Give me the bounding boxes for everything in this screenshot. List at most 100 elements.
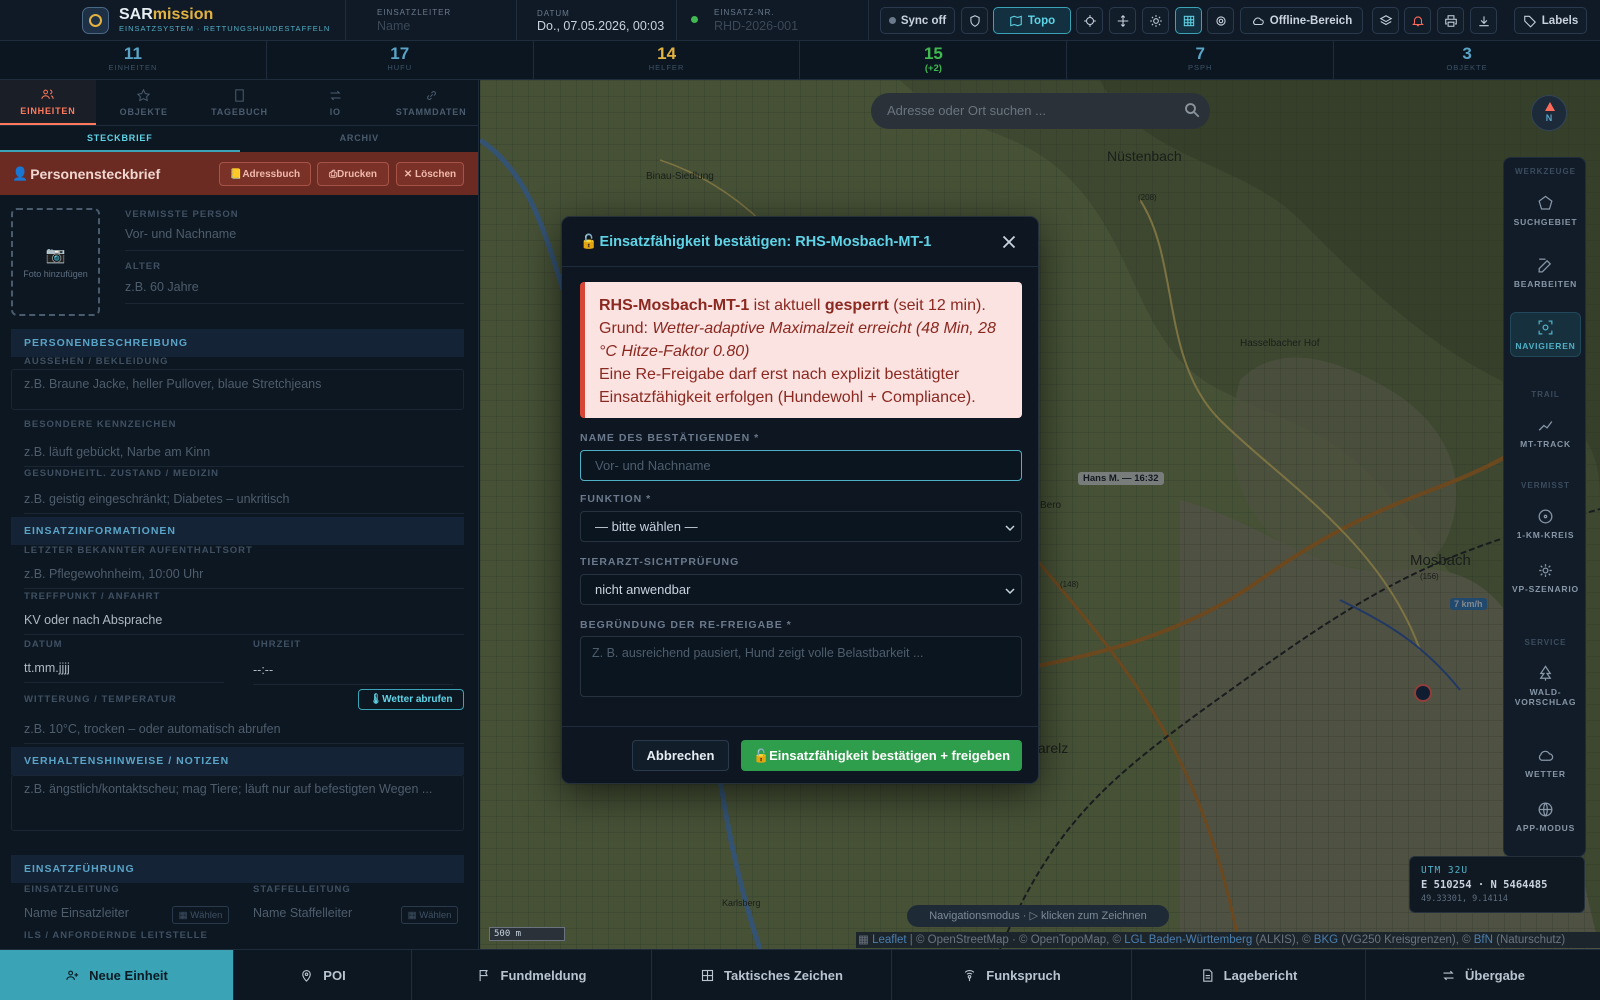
tab-tagebuch[interactable]: TAGEBUCH [192, 80, 288, 125]
offline-area-button[interactable]: Offline-Bereich [1240, 7, 1363, 34]
leaflet-link[interactable]: Leaflet [872, 934, 907, 946]
search-icon[interactable] [1183, 101, 1201, 119]
neue-einheit-button[interactable]: Neue Einheit [0, 950, 234, 1000]
funktion-value: — bitte wählen — [595, 519, 698, 534]
datum-input[interactable]: tt.mm.jjjj [24, 661, 224, 683]
print-button[interactable] [1437, 7, 1464, 34]
verhalten-textarea[interactable]: z.B. ängstlich/kontaktscheu; mag Tiere; … [11, 775, 464, 831]
kennzeichen-label: BESONDERE KENNZEICHEN [24, 419, 177, 430]
lagebericht-button[interactable]: Lagebericht [1132, 950, 1366, 1000]
kennzeichen-input[interactable]: z.B. läuft gebückt, Narbe am Kinn [24, 445, 464, 467]
record-button[interactable] [1207, 7, 1234, 34]
funktion-select[interactable]: — bitte wählen — [580, 511, 1022, 542]
bell-icon [1411, 15, 1424, 26]
einsatzleitung-waehlen-button[interactable]: ▦ Wählen [172, 906, 229, 924]
loeschen-button[interactable]: ✕ Löschen [396, 162, 464, 186]
bkg-link[interactable]: BKG [1314, 934, 1338, 946]
grid-button[interactable] [1175, 7, 1202, 34]
staffelleitung-input[interactable]: Name Staffelleiter [253, 906, 393, 928]
layers-button[interactable] [1372, 7, 1399, 34]
witterung-input[interactable]: z.B. 10°C, trocken – oder automatisch ab… [24, 722, 464, 744]
tool-app-modus[interactable]: APP-MODUS [1510, 795, 1581, 838]
tool-suchgebiet[interactable]: SUCHGEBIET [1510, 189, 1581, 232]
stat-objekte[interactable]: 3 OBJEKTE [1334, 41, 1600, 79]
tool-bearbeiten[interactable]: BEARBEITEN [1510, 251, 1581, 294]
download-button[interactable] [1470, 7, 1497, 34]
tool-vp-szenario[interactable]: VP-SZENARIO [1510, 556, 1581, 599]
drucken-button[interactable]: ⎙ Drucken [317, 162, 389, 186]
aufenthalt-input[interactable]: z.B. Pflegewohnheim, 10:00 Uhr [24, 567, 464, 589]
alerts-button[interactable] [1404, 7, 1431, 34]
wetter-abrufen-button[interactable]: 🌡 Wetter abrufen [358, 689, 464, 710]
map-scale: 500 m [489, 927, 565, 941]
labels-button[interactable]: Labels [1514, 7, 1587, 34]
tab-io[interactable]: IO [287, 80, 383, 125]
sync-off-icon [888, 17, 896, 24]
uhrzeit-input[interactable]: --:-- [253, 663, 453, 685]
bfn-link[interactable]: BfN [1474, 934, 1493, 946]
einsatzleitung-input[interactable]: Name Einsatzleiter [24, 906, 164, 928]
compass-button[interactable]: N [1531, 95, 1567, 131]
witterung-label: WITTERUNG / TEMPERATUR [24, 694, 177, 705]
stat-helfer[interactable]: 14 HELFER [534, 41, 801, 79]
staffelleitung-label: STAFFELLEITUNG [253, 884, 351, 895]
tool-navigieren[interactable]: NAVIGIEREN [1510, 312, 1581, 357]
tool-mt-track[interactable]: MT-TRACK [1510, 411, 1581, 454]
stat-value: 7 [1195, 44, 1205, 63]
section-einsatzinformationen: EINSATZINFORMATIONEN [11, 517, 464, 545]
adressbuch-button[interactable]: 📒 Adressbuch [219, 162, 311, 186]
tool-wald-vorschlag[interactable]: WALD-VORSCHLAG [1510, 659, 1581, 712]
close-icon[interactable] [998, 231, 1020, 253]
lgl-link[interactable]: LGL Baden-Württemberg [1124, 934, 1252, 946]
stat-psph[interactable]: 7 PSPH [1067, 41, 1335, 79]
einsatznr-input[interactable]: RHD-2026-001 [714, 19, 798, 33]
waehlen-label: Wählen [419, 909, 452, 921]
taktisches-zeichen-button[interactable]: Taktisches Zeichen [652, 950, 892, 1000]
begruendung-textarea[interactable]: Z. B. ausreichend pausiert, Hund zeigt v… [580, 636, 1022, 697]
waehlen-label: Wählen [190, 909, 223, 921]
download-icon [1478, 15, 1489, 26]
funkspruch-button[interactable]: Funkspruch [892, 950, 1132, 1000]
fundmeldung-button[interactable]: Fundmeldung [412, 950, 652, 1000]
staffelleitung-waehlen-button[interactable]: ▦ Wählen [401, 906, 458, 924]
subtab-archiv[interactable]: ARCHIV [240, 126, 479, 152]
name-input[interactable]: Vor- und Nachname [580, 450, 1022, 481]
tab-einheiten[interactable]: EINHEITEN [0, 80, 96, 125]
confirm-release-button[interactable]: 🔓 Einsatzfähigkeit bestätigen + freigeben [741, 740, 1022, 771]
move-button[interactable] [1109, 7, 1136, 34]
aussehen-textarea[interactable]: z.B. Braune Jacke, heller Pullover, blau… [11, 369, 464, 410]
tool-wetter[interactable]: WETTER [1510, 741, 1581, 784]
tool-1km-kreis[interactable]: 1-KM-KREIS [1510, 502, 1581, 545]
link-icon [426, 91, 436, 100]
stat-einheiten[interactable]: 11 EINHEITEN [0, 41, 267, 79]
button-label: Fundmeldung [500, 967, 587, 983]
star-icon [137, 88, 151, 102]
brightness-button[interactable] [1142, 7, 1169, 34]
tag-icon [1524, 15, 1536, 28]
map-icon [1010, 15, 1022, 26]
tab-stammdaten[interactable]: STAMMDATEN [383, 80, 478, 125]
cancel-button[interactable]: Abbrechen [632, 740, 729, 771]
gesundheit-input[interactable]: z.B. geistig eingeschränkt; Diabetes – u… [24, 492, 464, 514]
chevron-down-icon [1005, 588, 1015, 595]
treffpunkt-input[interactable]: KV oder nach Absprache [24, 613, 464, 635]
tab-objekte[interactable]: OBJEKTE [96, 80, 192, 125]
stat-label: HUFU [387, 63, 413, 72]
einsatzleiter-input[interactable]: Name [377, 19, 410, 33]
subtab-steckbrief[interactable]: STECKBRIEF [0, 126, 240, 152]
sync-button[interactable]: Sync off [880, 7, 955, 34]
topo-button[interactable]: Topo [993, 7, 1071, 34]
photo-upload[interactable]: 📷 Foto hinzufügen [11, 208, 100, 316]
alter-input[interactable]: z.B. 60 Jahre [125, 278, 464, 304]
grid-icon [1183, 15, 1194, 26]
map-search-input[interactable]: Adresse oder Ort suchen ... [871, 93, 1210, 129]
locate-button[interactable] [1076, 7, 1103, 34]
shield-button[interactable] [961, 7, 988, 34]
uebergabe-button[interactable]: Übergabe [1366, 950, 1600, 1000]
section-verhaltenshinweise: VERHALTENSHINWEISE / NOTIZEN [11, 747, 464, 775]
stat-teams[interactable]: 15 (+2) [800, 41, 1068, 79]
stat-hufu[interactable]: 17 HUFU [267, 41, 534, 79]
tierarzt-select[interactable]: nicht anwendbar [580, 574, 1022, 605]
poi-button[interactable]: POI [234, 950, 412, 1000]
vermisste-input[interactable]: Vor- und Nachname [125, 225, 464, 251]
